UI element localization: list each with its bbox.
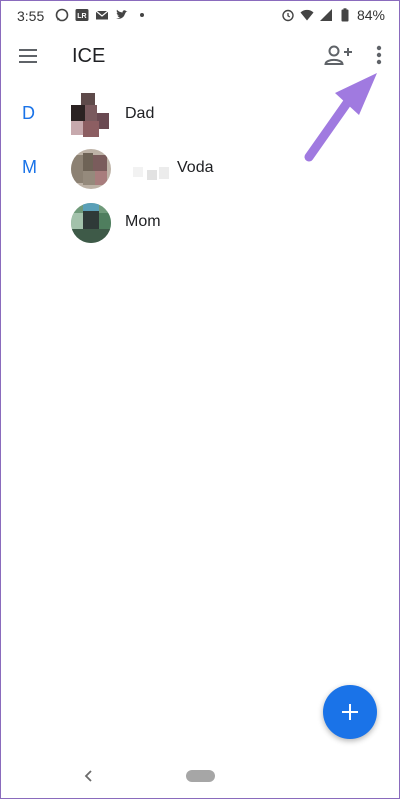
status-time: 3:55: [17, 8, 45, 24]
hamburger-menu-icon[interactable]: [17, 45, 39, 67]
contact-name: Dad: [125, 105, 155, 122]
whatsapp-icon: [55, 8, 69, 22]
home-pill[interactable]: [186, 770, 215, 782]
dot-icon: [140, 13, 144, 17]
battery-percent: 84%: [356, 7, 385, 23]
contact-row[interactable]: D Dad: [1, 89, 399, 141]
mail-icon: [95, 10, 109, 20]
page-title: ICE: [72, 45, 106, 67]
alarm-icon: [282, 9, 294, 22]
contact-row[interactable]: Mom: [1, 197, 399, 249]
wifi-icon: [300, 9, 314, 21]
contact-name: Voda: [177, 159, 214, 176]
status-bar: 3:55 LR 84%: [1, 1, 399, 31]
contact-row[interactable]: M Voda: [1, 143, 399, 195]
twitter-icon: [116, 9, 128, 19]
contact-avatar: [71, 149, 111, 189]
system-status-icons: 84%: [281, 7, 385, 23]
battery-icon: [341, 8, 349, 22]
add-contact-fab[interactable]: [323, 685, 377, 739]
signal-icon: [319, 9, 332, 21]
add-person-icon[interactable]: [323, 43, 353, 69]
back-chevron-icon[interactable]: [81, 767, 97, 785]
contact-avatar: [71, 93, 109, 137]
lr-icon: LR: [75, 9, 89, 21]
section-letter: M: [22, 157, 37, 177]
more-vert-icon[interactable]: [369, 43, 389, 69]
plus-icon: [342, 704, 358, 720]
system-nav-bar: [1, 753, 399, 798]
contact-avatar: [71, 203, 111, 243]
svg-text:LR: LR: [77, 13, 86, 20]
blurred-name-fragment: [125, 163, 175, 180]
contact-name: Mom: [125, 213, 161, 230]
section-letter: D: [22, 103, 35, 123]
phone-screen: 3:55 LR 84% ICE D Dad M Voda Mom: [0, 0, 400, 799]
notification-icons: LR: [55, 8, 149, 22]
